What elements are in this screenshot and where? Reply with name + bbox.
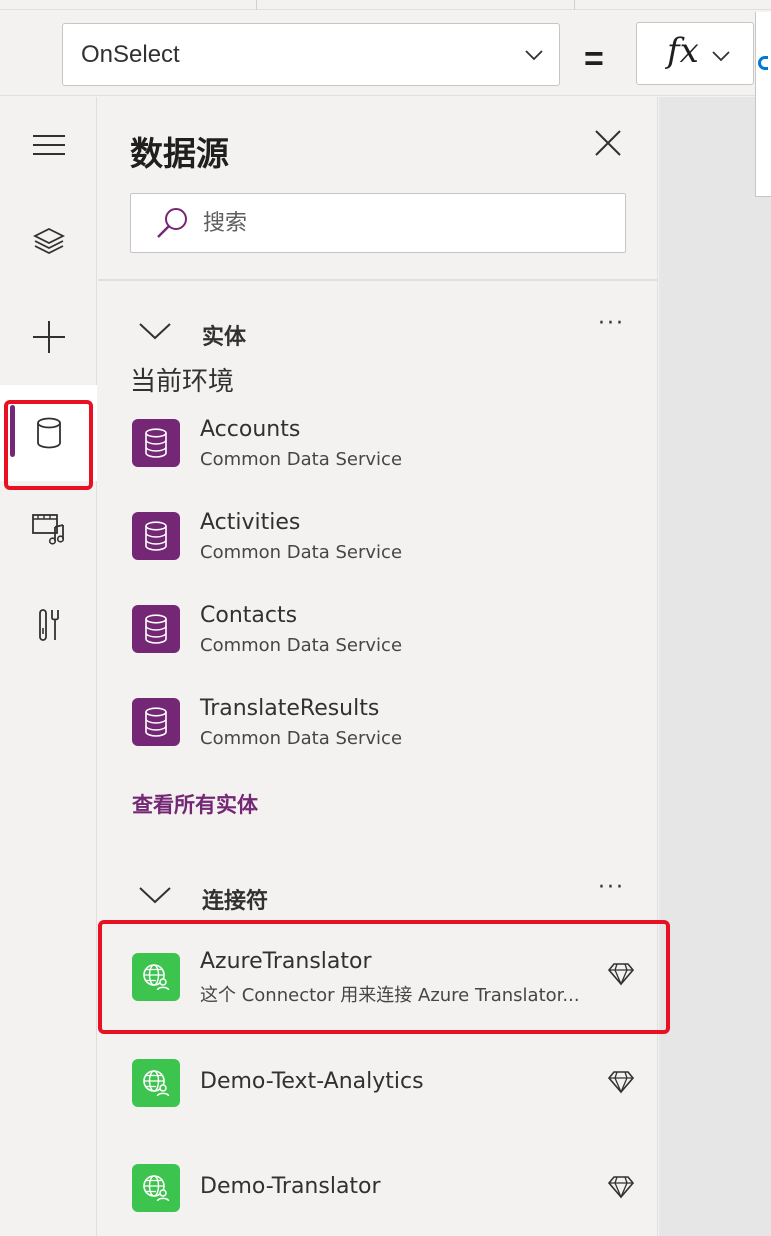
connectors-more-button[interactable]: ··· xyxy=(598,875,625,900)
data-sources-panel: 数据源 实体 ··· 当前环境 Accounts Common Data Ser… xyxy=(98,97,658,1236)
entity-tile xyxy=(132,698,180,746)
connector-item-demo-text-analytics[interactable]: Demo-Text-Analytics xyxy=(98,1049,658,1142)
close-icon xyxy=(595,130,621,156)
chevron-down-icon xyxy=(525,50,543,61)
chevron-down-icon xyxy=(139,323,171,340)
rail-item-media[interactable] xyxy=(0,481,97,577)
chevron-down-icon xyxy=(712,51,730,62)
connector-item-demo-translator[interactable]: Demo-Translator xyxy=(98,1154,658,1236)
database-icon xyxy=(36,417,61,449)
search-icon xyxy=(157,208,187,238)
connector-tile xyxy=(132,1164,180,1212)
top-strip xyxy=(0,0,771,10)
expand-icon xyxy=(758,56,768,70)
connector-description: 这个 Connector 用来连接 Azure Translator... xyxy=(200,985,580,1006)
entity-name: TranslateResults xyxy=(200,696,380,721)
entities-more-button[interactable]: ··· xyxy=(598,311,625,336)
entity-source: Common Data Service xyxy=(200,635,403,656)
connector-tile xyxy=(132,953,180,1001)
rail-item-menu[interactable] xyxy=(0,97,97,193)
connector-name: AzureTranslator xyxy=(200,949,372,974)
tab-separator xyxy=(256,0,257,10)
entity-source: Common Data Service xyxy=(200,728,403,749)
environment-label: 当前环境 xyxy=(130,367,235,397)
property-dropdown[interactable]: OnSelect xyxy=(62,23,560,86)
panel-title: 数据源 xyxy=(130,134,229,173)
tools-icon xyxy=(38,609,59,641)
entity-item-translateresults[interactable]: TranslateResults Common Data Service xyxy=(98,688,658,781)
search-input[interactable] xyxy=(203,204,603,242)
entity-name: Contacts xyxy=(200,603,298,628)
premium-diamond-icon xyxy=(608,963,634,986)
entity-tile xyxy=(132,605,180,653)
formula-bar: OnSelect = fx xyxy=(0,10,771,96)
media-icon xyxy=(31,514,64,545)
see-all-entities-link[interactable]: 查看所有实体 xyxy=(132,789,258,819)
entities-section-header[interactable]: 实体 ··· xyxy=(98,309,658,359)
equals-sign: = xyxy=(584,40,604,78)
entity-item-accounts[interactable]: Accounts Common Data Service xyxy=(98,409,658,502)
rail-item-insert[interactable] xyxy=(0,289,97,385)
fx-button[interactable]: fx xyxy=(636,22,754,85)
connector-tile xyxy=(132,1059,180,1107)
property-dropdown-value: OnSelect xyxy=(81,40,180,68)
plus-icon xyxy=(32,321,65,353)
entity-item-activities[interactable]: Activities Common Data Service xyxy=(98,502,658,595)
entity-tile xyxy=(132,512,180,560)
connectors-section-header[interactable]: 连接符 ··· xyxy=(98,873,658,923)
connector-name: Demo-Translator xyxy=(200,1174,381,1199)
connectors-heading: 连接符 xyxy=(202,889,269,914)
globe-user-icon xyxy=(143,1070,170,1097)
entity-name: Activities xyxy=(200,510,301,535)
entity-tile xyxy=(132,419,180,467)
connector-name: Demo-Text-Analytics xyxy=(200,1069,424,1094)
entity-source: Common Data Service xyxy=(200,542,403,563)
globe-user-icon xyxy=(143,1175,170,1202)
entities-heading: 实体 xyxy=(202,325,247,350)
layers-icon xyxy=(32,227,65,255)
search-box[interactable] xyxy=(130,193,626,253)
premium-diamond-icon xyxy=(608,1071,634,1094)
hamburger-menu-icon xyxy=(32,135,65,155)
connector-item-azuretranslator[interactable]: AzureTranslator 这个 Connector 用来连接 Azure … xyxy=(98,943,658,1036)
tab-separator xyxy=(574,0,575,10)
rail-item-tree-view[interactable] xyxy=(0,193,97,289)
chevron-down-icon xyxy=(139,887,171,904)
entity-source: Common Data Service xyxy=(200,449,403,470)
fx-label: fx xyxy=(667,31,699,71)
globe-user-icon xyxy=(143,964,170,991)
left-rail xyxy=(0,97,97,1236)
divider xyxy=(98,279,658,281)
database-icon xyxy=(145,707,167,737)
close-button[interactable] xyxy=(592,127,624,159)
entity-name: Accounts xyxy=(200,417,301,442)
database-icon xyxy=(145,521,167,551)
entity-item-contacts[interactable]: Contacts Common Data Service xyxy=(98,595,658,688)
premium-diamond-icon xyxy=(608,1176,634,1199)
rail-item-data-sources[interactable] xyxy=(0,385,97,481)
database-icon xyxy=(145,614,167,644)
database-icon xyxy=(145,428,167,458)
rail-item-advanced-tools[interactable] xyxy=(0,577,97,673)
canvas-card xyxy=(755,97,771,197)
canvas-area xyxy=(659,97,771,1236)
